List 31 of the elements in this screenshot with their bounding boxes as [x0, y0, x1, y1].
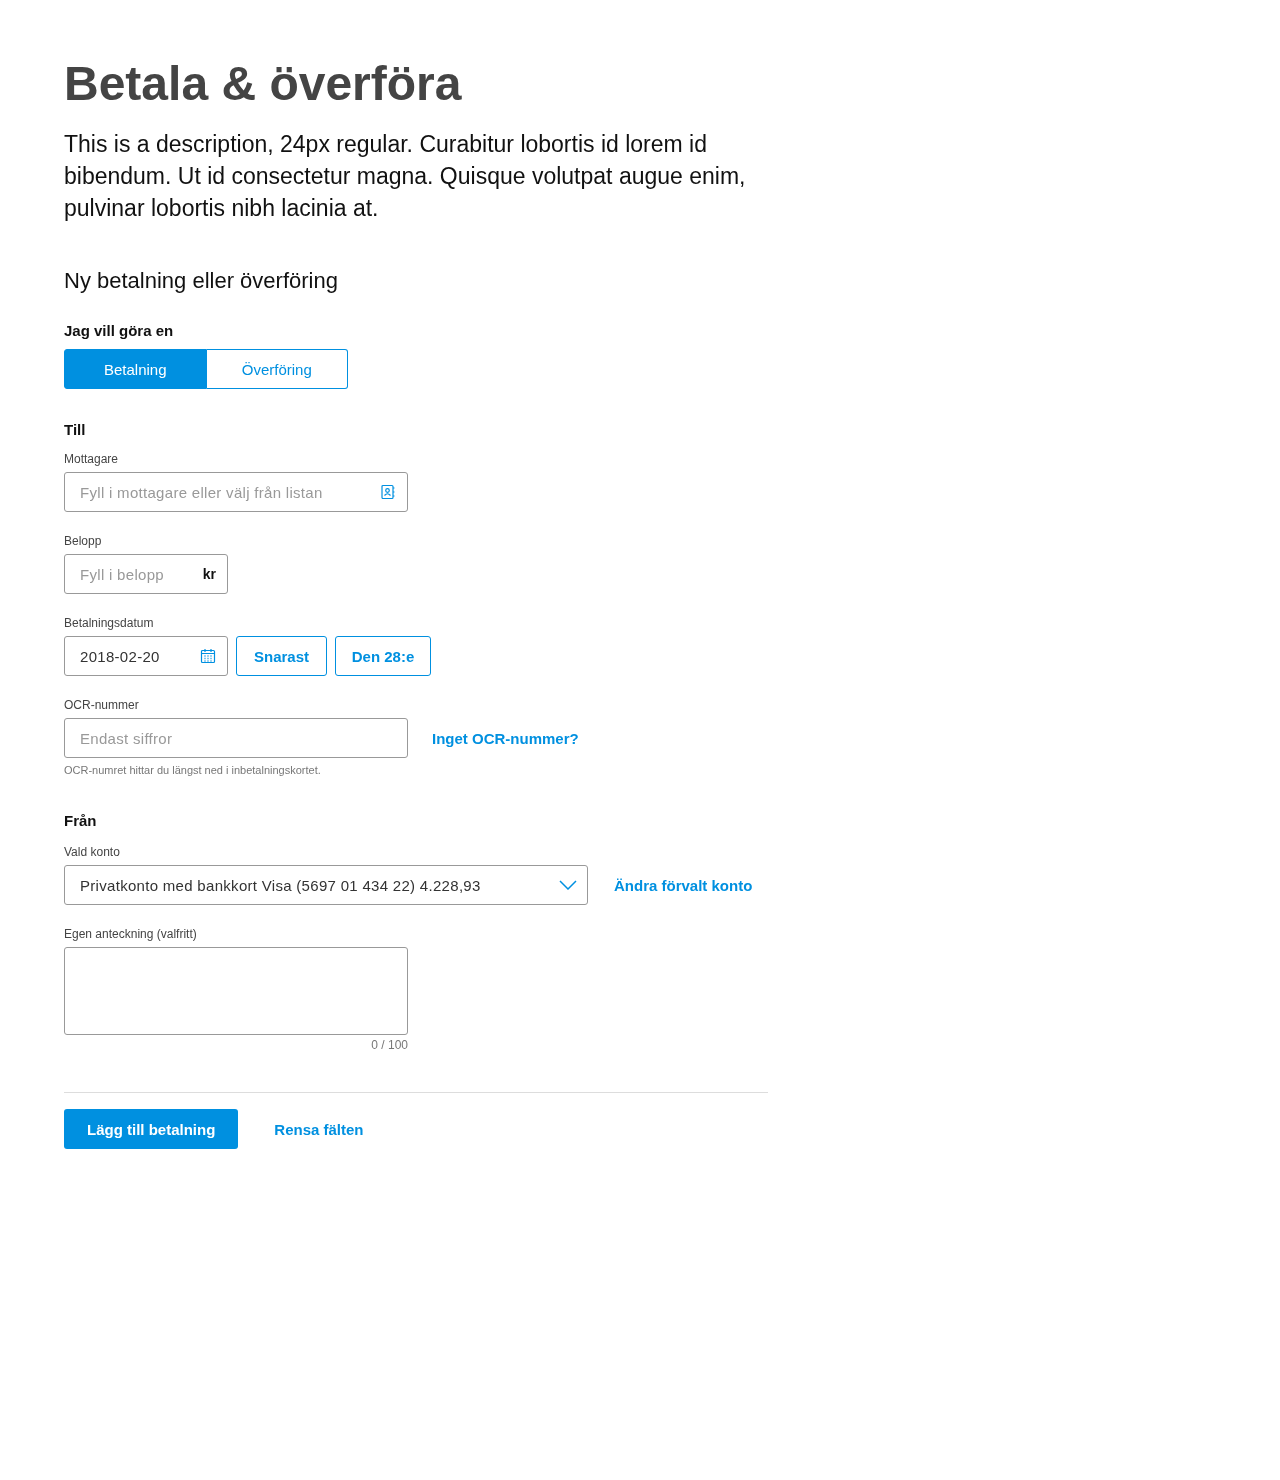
field-label: Vald konto	[64, 845, 121, 859]
currency-unit: kr	[202, 566, 216, 582]
contact-book-icon[interactable]	[380, 484, 396, 500]
section-heading: Från	[64, 812, 98, 829]
field-label: Egen anteckning (valfritt)	[64, 927, 198, 941]
calendar-icon[interactable]	[200, 648, 216, 664]
ocr-hint: OCR-numret hittar du längst ned i inbetalningskortet.	[64, 764, 322, 776]
field-label: Betalningsdatum	[64, 616, 155, 630]
clear-fields-link[interactable]: Rensa fälten	[274, 1120, 364, 1138]
type-toggle[interactable]: Överföring	[206, 349, 348, 389]
section-heading: Till	[64, 421, 87, 438]
form-title: Ny betalning eller överföring	[64, 268, 339, 294]
note-field[interactable]	[64, 947, 408, 1035]
choice-label: Jag vill göra en	[64, 322, 175, 339]
page-description: This is a description, 24px regular. Curabitur lobortis id lorem id bibendum. Ut id consectetur magna. Quisque volutpat augue enim, pulvinar lobortis nibh lacinia at.	[64, 130, 747, 223]
date-shortcut-button[interactable]: Den 28:e	[335, 636, 431, 676]
field-label: OCR-nummer	[64, 698, 140, 712]
account-select[interactable]: Privatkonto med bankkort Visa (5697 01 434 22) 4.228,93	[64, 865, 588, 905]
date-shortcut-button[interactable]: Snarast	[236, 636, 327, 676]
type-toggle[interactable]: Betalning	[64, 349, 207, 389]
date-field[interactable]: 2018-02-20	[64, 636, 228, 676]
chevron-down-icon[interactable]	[559, 880, 577, 890]
no-ocr-link[interactable]: Inget OCR-nummer?	[432, 729, 579, 747]
change-account-link[interactable]: Ändra förvalt konto	[614, 876, 753, 894]
recipient-field[interactable]: Fyll i mottagare eller välj från listan	[64, 472, 408, 512]
character-counter: 0 / 100	[370, 1038, 408, 1052]
ocr-field[interactable]: Endast siffror	[64, 718, 408, 758]
field-label: Belopp	[64, 534, 103, 548]
page-title: Betala & överföra	[64, 56, 463, 112]
add-payment-button[interactable]: Lägg till betalning	[64, 1109, 239, 1149]
field-label: Mottagare	[64, 452, 120, 466]
